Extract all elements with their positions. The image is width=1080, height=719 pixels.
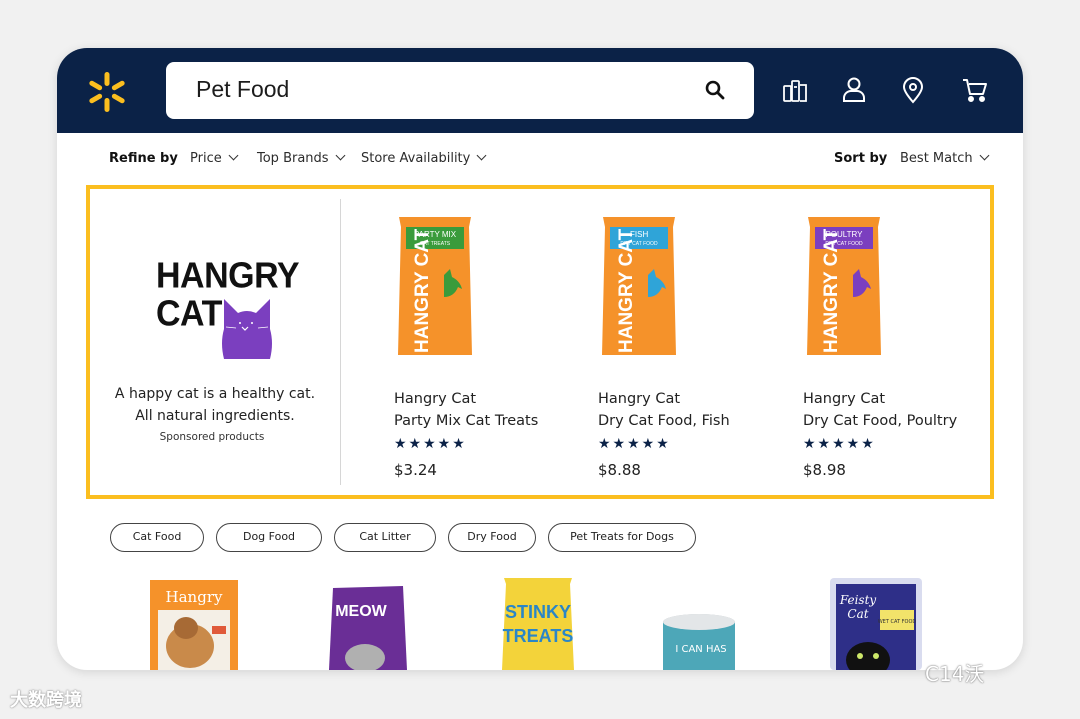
- app-window: Pet Food Refine by Price Top Brands Stor…: [57, 48, 1023, 670]
- reorder-icon[interactable]: [780, 75, 810, 105]
- filter-top-brands-label: Top Brands: [257, 151, 329, 166]
- product-thumbnail[interactable]: Hangry: [150, 576, 240, 670]
- chip-dry-food[interactable]: Dry Food: [448, 523, 536, 552]
- brand-panel[interactable]: HANGRY CAT A happy cat is a healthy cat.…: [90, 189, 340, 495]
- product-name[interactable]: Dry Cat Food, Fish: [598, 413, 730, 429]
- product-name[interactable]: Dry Cat Food, Poultry: [803, 413, 957, 429]
- watermark-left: 大数跨境: [10, 690, 82, 711]
- cart-icon[interactable]: [960, 75, 990, 105]
- header-bar: Pet Food: [57, 48, 1023, 133]
- sort-value: Best Match: [900, 151, 973, 166]
- svg-text:Feisty: Feisty: [839, 593, 877, 607]
- spark-logo-icon[interactable]: [85, 70, 129, 114]
- rating-stars-icon: ★★★★★: [394, 436, 467, 452]
- filter-price-label: Price: [190, 151, 222, 166]
- chevron-down-icon: [979, 150, 990, 161]
- product-brand[interactable]: Hangry Cat: [803, 391, 885, 407]
- product-bag-image: PARTY MIX CAT TREATS HANGRY CAT: [398, 217, 472, 355]
- svg-text:HANGRY CAT: HANGRY CAT: [821, 228, 842, 353]
- search-icon[interactable]: [704, 79, 726, 101]
- watermark-right: C14沃: [925, 662, 985, 686]
- account-icon[interactable]: [839, 75, 869, 105]
- search-bar[interactable]: Pet Food: [166, 62, 754, 119]
- svg-text:STINKY: STINKY: [505, 602, 571, 622]
- refine-bar: Refine by Price Top Brands Store Availab…: [57, 133, 1023, 185]
- rating-stars-icon: ★★★★★: [598, 436, 671, 452]
- product-thumbnail[interactable]: Feisty Cat WET CAT FOOD: [828, 576, 924, 670]
- product-brand[interactable]: Hangry Cat: [598, 391, 680, 407]
- svg-text:Cat: Cat: [847, 607, 868, 621]
- product-bag-image: POULTRY DRY CAT FOOD HANGRY CAT: [807, 217, 881, 355]
- svg-text:TREATS: TREATS: [503, 626, 574, 646]
- chip-dog-food[interactable]: Dog Food: [216, 523, 322, 552]
- refine-label: Refine by: [109, 151, 178, 166]
- product-card[interactable]: PARTY MIX CAT TREATS HANGRY CAT Hangry C…: [358, 189, 563, 495]
- rating-stars-icon: ★★★★★: [803, 436, 876, 452]
- sort-dropdown[interactable]: Best Match: [900, 150, 990, 166]
- svg-text:I CAN HAS: I CAN HAS: [675, 644, 726, 655]
- product-price: $8.98: [803, 461, 846, 479]
- sponsored-products-block: HANGRY CAT A happy cat is a healthy cat.…: [86, 185, 994, 499]
- svg-text:MEOW: MEOW: [335, 603, 387, 620]
- chip-cat-food[interactable]: Cat Food: [110, 523, 204, 552]
- svg-text:HANGRY CAT: HANGRY CAT: [616, 228, 637, 353]
- purple-cat-icon: [222, 299, 272, 359]
- brand-tagline-1: A happy cat is a healthy cat.: [114, 386, 316, 402]
- chevron-down-icon: [476, 150, 487, 161]
- product-brand[interactable]: Hangry Cat: [394, 391, 476, 407]
- brand-tagline-2: All natural ingredients.: [135, 408, 295, 424]
- svg-text:Hangry: Hangry: [166, 588, 223, 606]
- search-input[interactable]: Pet Food: [196, 76, 289, 103]
- filter-top-brands[interactable]: Top Brands: [257, 150, 346, 166]
- chip-cat-litter[interactable]: Cat Litter: [334, 523, 436, 552]
- chevron-down-icon: [228, 150, 239, 161]
- product-thumbnail[interactable]: MEOW: [327, 576, 409, 670]
- filter-store-availability-label: Store Availability: [361, 151, 471, 166]
- product-name[interactable]: Party Mix Cat Treats: [394, 413, 538, 429]
- product-price: $3.24: [394, 461, 437, 479]
- chevron-down-icon: [335, 150, 346, 161]
- brand-logo-line1: HANGRY: [156, 256, 300, 297]
- divider: [340, 199, 341, 485]
- filter-store-availability[interactable]: Store Availability: [361, 150, 487, 166]
- filter-price[interactable]: Price: [190, 150, 239, 166]
- sponsored-label: Sponsored products: [159, 431, 265, 443]
- location-icon[interactable]: [898, 75, 928, 105]
- product-thumbnail[interactable]: I CAN HAS: [661, 576, 739, 670]
- svg-text:WET CAT FOOD: WET CAT FOOD: [878, 619, 917, 625]
- product-card[interactable]: POULTRY DRY CAT FOOD HANGRY CAT Hangry C…: [767, 189, 972, 495]
- product-thumbnail[interactable]: STINKY TREATS: [500, 576, 576, 670]
- sort-label: Sort by: [834, 151, 888, 166]
- chip-pet-treats-for-dogs[interactable]: Pet Treats for Dogs: [548, 523, 696, 552]
- product-price: $8.88: [598, 461, 641, 479]
- product-bag-image: FISH DRY CAT FOOD HANGRY CAT: [602, 217, 676, 355]
- svg-text:HANGRY CAT: HANGRY CAT: [412, 228, 433, 353]
- product-card[interactable]: FISH DRY CAT FOOD HANGRY CAT Hangry Cat …: [562, 189, 767, 495]
